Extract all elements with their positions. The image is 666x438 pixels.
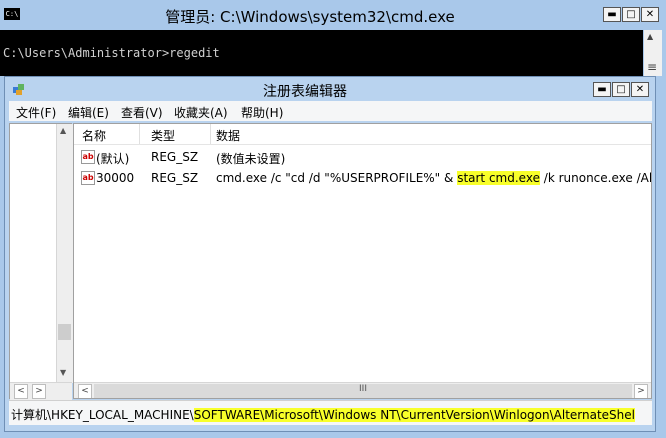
regedit-minimize-button[interactable]: ▬ [593, 82, 611, 97]
value-type: REG_SZ [151, 171, 199, 185]
cmd-prompt-line: C:\Users\Administrator>regedit [3, 46, 220, 60]
regedit-window: 注册表编辑器 ▬ □ ✕ 文件(F) 编辑(E) 查看(V) 收藏夹(A) 帮助… [4, 76, 656, 432]
key-tree-pane[interactable]: ▲ ▼ < > [9, 123, 73, 400]
regedit-maximize-button[interactable]: □ [612, 82, 630, 97]
cmd-maximize-button[interactable]: □ [622, 7, 640, 22]
highlighted-path: SOFTWARE\Microsoft\Windows NT\CurrentVer… [193, 408, 635, 422]
value-data: cmd.exe /c "cd /d "%USERPROFILE%" & star… [216, 171, 652, 185]
string-value-icon: ab [81, 150, 95, 164]
value-type: REG_SZ [151, 150, 199, 164]
cmd-title: 管理员: C:\Windows\system32\cmd.exe [165, 8, 455, 26]
tree-vertical-scrollbar[interactable]: ▲ ▼ [56, 124, 73, 383]
scroll-grip-icon: ≡ [647, 60, 658, 74]
menu-edit[interactable]: 编辑(E) [68, 104, 109, 121]
registry-path: 计算机\HKEY_LOCAL_MACHINE\SOFTWARE\Microsof… [11, 408, 635, 422]
tree-scroll-thumb[interactable] [58, 324, 71, 340]
menu-help[interactable]: 帮助(H) [241, 104, 283, 121]
list-item[interactable]: ab 30000 REG_SZ cmd.exe /c "cd /d "%USER… [74, 168, 652, 188]
list-header: 名称 类型 数据 [74, 124, 651, 145]
menu-favorites[interactable]: 收藏夹(A) [174, 104, 228, 121]
regedit-close-button[interactable]: ✕ [631, 82, 649, 97]
cmd-minimize-button[interactable]: ▬ [603, 7, 621, 22]
tree-scroll-left-icon[interactable]: < [14, 384, 28, 399]
tree-scroll-right-icon[interactable]: > [32, 384, 46, 399]
menu-view[interactable]: 查看(V) [121, 104, 163, 121]
cmd-titlebar[interactable]: C:\ 管理员: C:\Windows\system32\cmd.exe ▬ □… [0, 0, 666, 30]
list-item[interactable]: ab (默认) REG_SZ (数值未设置) [74, 147, 651, 167]
tree-scroll-up-icon[interactable]: ▲ [60, 126, 66, 135]
column-data-header[interactable]: 数据 [216, 127, 240, 144]
cmd-close-button[interactable]: ✕ [641, 7, 659, 22]
list-horizontal-scrollbar[interactable]: < III > [74, 382, 651, 398]
string-value-icon: ab [81, 171, 95, 185]
list-scroll-right-icon[interactable]: > [634, 384, 648, 398]
value-name: 30000 [96, 171, 135, 185]
menu-bar: 文件(F) 编辑(E) 查看(V) 收藏夹(A) 帮助(H) [9, 101, 652, 121]
regedit-title: 注册表编辑器 [263, 84, 347, 100]
tree-horizontal-scrollbar[interactable]: < > [10, 382, 72, 400]
list-scroll-thumb[interactable]: III [94, 384, 632, 398]
regedit-titlebar[interactable]: 注册表编辑器 ▬ □ ✕ [5, 77, 655, 101]
status-bar: 计算机\HKEY_LOCAL_MACHINE\SOFTWARE\Microsof… [9, 400, 652, 425]
column-name-header[interactable]: 名称 [82, 127, 106, 144]
list-scroll-left-icon[interactable]: < [78, 384, 92, 398]
value-list-pane[interactable]: 名称 类型 数据 ab (默认) REG_SZ (数值未设置) ab 30000… [73, 123, 652, 399]
scroll-grip-icon: III [359, 384, 367, 394]
column-divider[interactable] [210, 124, 211, 144]
value-data: (数值未设置) [216, 152, 286, 166]
tree-scroll-down-icon[interactable]: ▼ [60, 368, 66, 377]
value-name: (默认) [96, 152, 130, 166]
cmd-scrollbar[interactable]: ▲ ≡ [644, 30, 662, 76]
column-type-header[interactable]: 类型 [151, 127, 175, 144]
menu-file[interactable]: 文件(F) [16, 104, 56, 121]
column-divider[interactable] [139, 124, 140, 144]
cmd-console[interactable]: C:\Users\Administrator>regedit [0, 30, 643, 76]
highlighted-text: start cmd.exe [457, 171, 540, 185]
scroll-up-arrow-icon[interactable]: ▲ [647, 32, 653, 41]
